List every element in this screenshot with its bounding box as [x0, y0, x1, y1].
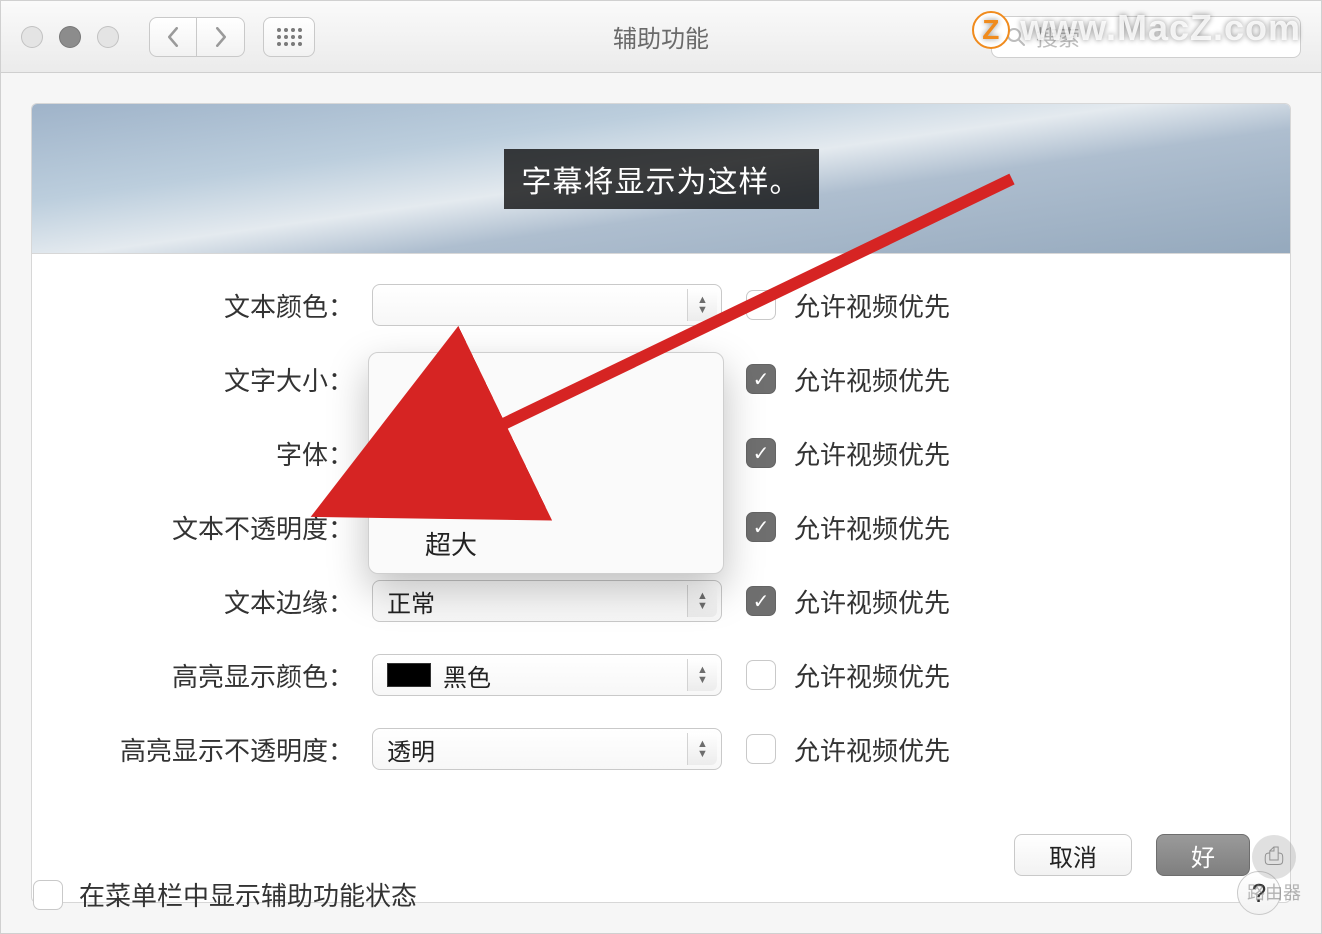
row-text-edge: 文本边缘： 正常 ▲▼ ✓ 允许视频优先 [32, 578, 1290, 624]
label-text-edge: 文本边缘： [32, 583, 372, 620]
watermark-top: Zwww.MacZ.com [972, 7, 1301, 49]
subtitle-preview-caption: 字幕将显示为这样。 [504, 149, 819, 209]
dropdown-option-xl[interactable]: 超大 [369, 523, 723, 563]
label-highlight-opacity: 高亮显示不透明度： [32, 731, 372, 768]
row-highlight-color: 高亮显示颜色： 黑色 ▲▼ 允许视频优先 [32, 652, 1290, 698]
checkbox-label-highlight-opacity: 允许视频优先 [794, 731, 950, 768]
checkbox-label-text-color: 允许视频优先 [794, 287, 950, 324]
label-font: 字体： [32, 435, 372, 472]
value-text-edge: 正常 [387, 584, 435, 619]
nav-buttons [149, 17, 245, 57]
checkbox-text-color[interactable] [746, 290, 776, 320]
stepper-icon: ▲▼ [687, 585, 717, 617]
cancel-button[interactable]: 取消 [1014, 834, 1132, 876]
popup-text-edge[interactable]: 正常 ▲▼ [372, 580, 722, 622]
checkbox-label-text-opacity: 允许视频优先 [794, 509, 950, 546]
dropdown-option-xs[interactable]: 超小 [369, 363, 723, 403]
close-window-button[interactable] [21, 26, 43, 48]
label-text-size: 文字大小： [32, 361, 372, 398]
checkbox-label-highlight-color: 允许视频优先 [794, 657, 950, 694]
forward-button[interactable] [197, 17, 245, 57]
stepper-icon: ▲▼ [687, 659, 717, 691]
checkbox-show-in-menubar[interactable] [33, 880, 63, 910]
watermark-badge: Z [972, 11, 1010, 49]
checkbox-text-opacity[interactable]: ✓ [746, 512, 776, 542]
minimize-window-button[interactable] [59, 26, 81, 48]
preferences-window: 辅助功能 搜索 字幕将显示为这样。 文本颜色： ▲▼ 允许视频优先 文字大小： [0, 0, 1322, 934]
router-icon: ⎙ [1252, 835, 1296, 879]
row-text-color: 文本颜色： ▲▼ 允许视频优先 [32, 282, 1290, 328]
value-highlight-color: 黑色 [443, 658, 491, 693]
label-text-color: 文本颜色： [32, 287, 372, 324]
label-highlight-color: 高亮显示颜色： [32, 657, 372, 694]
stepper-icon: ▲▼ [687, 289, 717, 321]
subtitle-preview: 字幕将显示为这样。 [32, 104, 1290, 254]
check-icon: ✓ [391, 448, 419, 479]
checkbox-text-size[interactable]: ✓ [746, 364, 776, 394]
back-button[interactable] [149, 17, 197, 57]
label-show-in-menubar: 在菜单栏中显示辅助功能状态 [79, 876, 417, 913]
window-controls [21, 26, 119, 48]
text-size-dropdown: 超小 小 ✓中 大 超大 [368, 352, 724, 574]
popup-text-color[interactable]: ▲▼ [372, 284, 722, 326]
checkbox-highlight-opacity[interactable] [746, 734, 776, 764]
checkbox-font[interactable]: ✓ [746, 438, 776, 468]
popup-highlight-color[interactable]: 黑色 ▲▼ [372, 654, 722, 696]
dialog-buttons: 取消 好 [1014, 834, 1250, 876]
statusbar-row: 在菜单栏中显示辅助功能状态 [33, 876, 417, 913]
stepper-icon: ▲▼ [687, 733, 717, 765]
settings-panel: 字幕将显示为这样。 文本颜色： ▲▼ 允许视频优先 文字大小： ▲▼ ✓ 允许 [31, 103, 1291, 903]
dropdown-option-m[interactable]: ✓中 [369, 443, 723, 483]
checkbox-label-text-edge: 允许视频优先 [794, 583, 950, 620]
grid-icon [277, 28, 302, 46]
popup-highlight-opacity[interactable]: 透明 ▲▼ [372, 728, 722, 770]
value-highlight-opacity: 透明 [387, 732, 435, 767]
color-swatch [387, 663, 431, 687]
zoom-window-button[interactable] [97, 26, 119, 48]
dropdown-option-s[interactable]: 小 [369, 403, 723, 443]
row-highlight-opacity: 高亮显示不透明度： 透明 ▲▼ 允许视频优先 [32, 726, 1290, 772]
dropdown-option-l[interactable]: 大 [369, 483, 723, 523]
label-text-opacity: 文本不透明度： [32, 509, 372, 546]
checkbox-highlight-color[interactable] [746, 660, 776, 690]
show-all-button[interactable] [263, 17, 315, 57]
ok-button[interactable]: 好 [1156, 834, 1250, 876]
checkbox-label-font: 允许视频优先 [794, 435, 950, 472]
watermark-bottom: ⎙ 路由器 [1247, 835, 1301, 905]
checkbox-text-edge[interactable]: ✓ [746, 586, 776, 616]
checkbox-label-text-size: 允许视频优先 [794, 361, 950, 398]
